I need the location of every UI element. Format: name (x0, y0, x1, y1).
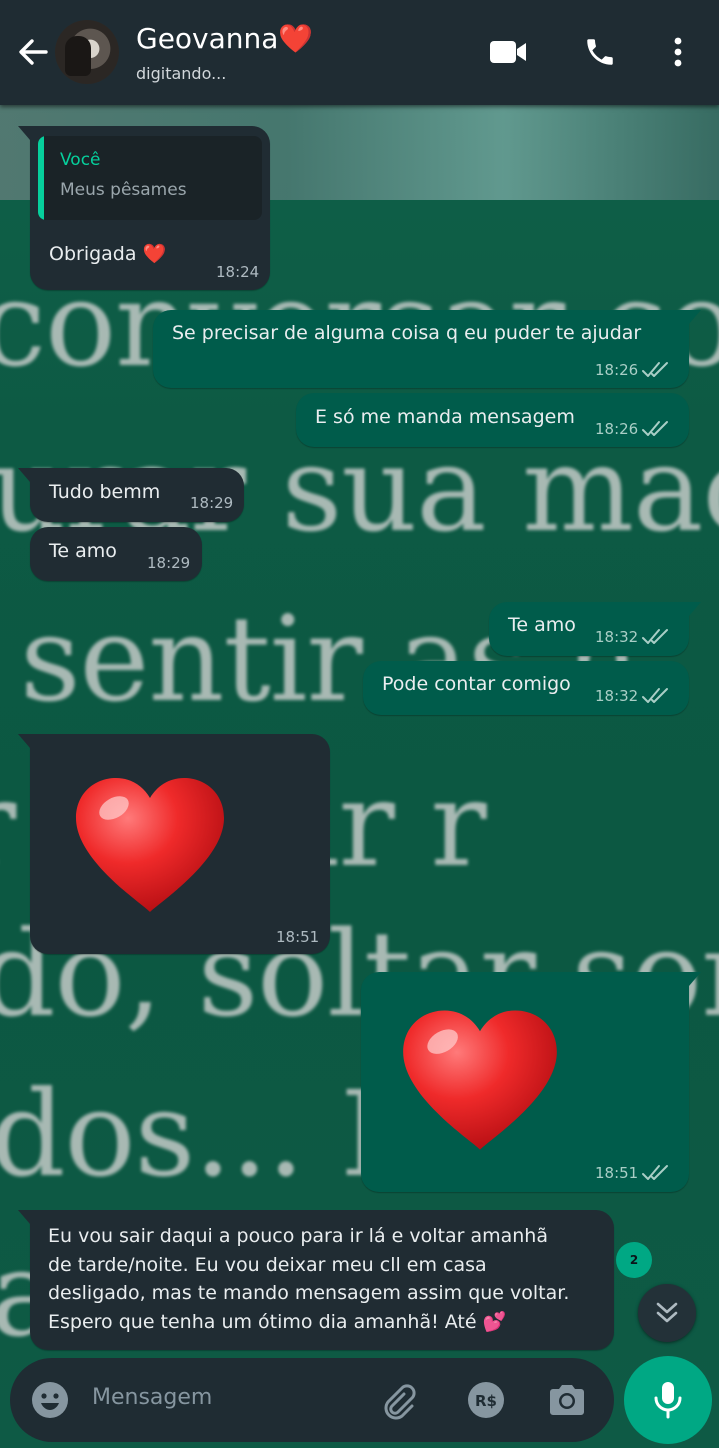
message-bubble-incoming[interactable]: Eu vou sair daqui a pouco para ir lá e v… (18, 1210, 614, 1350)
message-time: 18:51 (276, 928, 320, 946)
message-bubble-outgoing[interactable]: Te amo 18:32 (489, 602, 701, 656)
message-composer[interactable]: Mensagem R$ (10, 1358, 614, 1442)
message-time: 18:26 (595, 420, 639, 438)
message-bubble-incoming[interactable]: Tudo bemm 18:29 (18, 468, 244, 522)
message-bubble-outgoing-emoji[interactable]: 18:51 (361, 972, 701, 1192)
phone-call-icon[interactable] (578, 30, 622, 74)
message-line: desligado, mas te mando mensagem assim q… (48, 1282, 570, 1304)
svg-text:R$: R$ (475, 1392, 497, 1410)
message-text: E só me manda mensagem (315, 406, 575, 428)
message-text: Pode contar comigo (382, 673, 571, 695)
message-bubble-outgoing[interactable]: Se precisar de alguma coisa q eu puder t… (153, 310, 701, 388)
read-receipt-icon (641, 627, 671, 647)
message-bubble-incoming[interactable]: Te amo 18:29 (30, 527, 202, 581)
message-text: Se precisar de alguma coisa q eu puder t… (172, 322, 642, 344)
read-receipt-icon (641, 360, 671, 380)
double-chevron-down-icon (656, 1302, 678, 1323)
quoted-message[interactable]: Você Meus pêsames (38, 136, 262, 220)
message-text: Eu vou sair daqui a pouco para ir lá e v… (48, 1222, 569, 1336)
emoji-icon[interactable] (30, 1380, 70, 1420)
mic-icon (654, 1382, 682, 1419)
back-arrow-icon[interactable] (14, 34, 50, 70)
typing-status: digitando... (136, 64, 227, 83)
payment-icon[interactable]: R$ (466, 1380, 506, 1420)
message-bubble-incoming[interactable]: Você Meus pêsames Obrigada ❤️ 18:24 (18, 126, 270, 290)
message-time: 18:26 (595, 361, 639, 379)
heart-emoji-icon (399, 1006, 561, 1156)
message-text: Obrigada ❤️ (49, 243, 167, 265)
read-receipt-icon (641, 686, 671, 706)
voice-record-button[interactable] (624, 1356, 712, 1444)
message-time: 18:29 (190, 494, 234, 512)
read-receipt-icon (641, 1163, 671, 1183)
message-input[interactable]: Mensagem (92, 1385, 212, 1410)
message-text: Te amo (508, 614, 576, 636)
message-line: Eu vou sair daqui a pouco para ir lá e v… (48, 1225, 548, 1247)
contact-avatar[interactable] (55, 20, 119, 84)
heart-emoji-icon (72, 774, 228, 918)
message-bubble-outgoing[interactable]: Pode contar comigo 18:32 (363, 661, 689, 715)
message-time: 18:32 (595, 687, 639, 705)
message-time: 18:51 (595, 1164, 639, 1182)
message-time: 18:29 (147, 554, 191, 572)
read-receipt-icon (641, 419, 671, 439)
message-text: Te amo (49, 540, 117, 562)
message-bubble-outgoing[interactable]: E só me manda mensagem 18:26 (296, 393, 689, 447)
message-bubble-incoming-emoji[interactable]: 18:51 (18, 734, 330, 954)
camera-icon[interactable] (546, 1380, 588, 1420)
video-call-icon[interactable] (486, 30, 530, 74)
message-line: de tarde/noite. Eu vou deixar meu cll em… (48, 1253, 487, 1276)
more-options-icon[interactable] (656, 30, 700, 74)
message-time: 18:24 (216, 263, 260, 281)
message-text: Tudo bemm (49, 481, 161, 503)
contact-name[interactable]: Geovanna❤️ (136, 22, 313, 55)
quote-text: Meus pêsames (60, 180, 187, 200)
chat-header: Geovanna❤️ digitando... (0, 0, 719, 105)
message-line: Espero que tenha um ótimo dia amanhã! At… (48, 1310, 507, 1333)
message-time: 18:32 (595, 628, 639, 646)
attach-icon[interactable] (378, 1380, 418, 1420)
quote-accent-bar (38, 136, 44, 220)
scroll-to-bottom-button[interactable] (638, 1284, 696, 1342)
unread-count-badge[interactable]: 2 (616, 1242, 652, 1278)
quote-author: Você (60, 150, 101, 170)
